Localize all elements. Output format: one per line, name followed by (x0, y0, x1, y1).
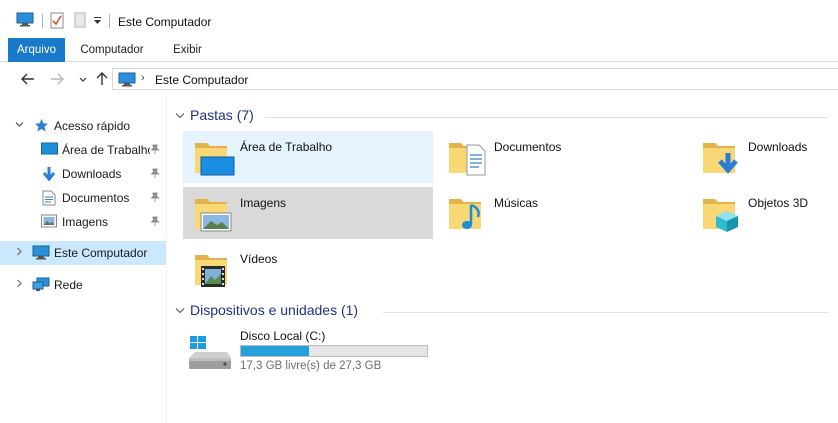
navigation-bar: › Este Computador (0, 62, 838, 96)
chevron-down-icon[interactable] (175, 112, 185, 120)
folder-label: Documentos (494, 140, 562, 154)
devices-group-header[interactable]: Dispositivos e unidades (1) (173, 302, 828, 322)
sidebar-item-desktop[interactable]: Área de Trabalho (0, 138, 166, 162)
pictures-icon (41, 214, 57, 228)
back-arrow-icon[interactable] (19, 70, 37, 88)
breadcrumb-chevron-icon[interactable]: › (141, 72, 145, 84)
sidebar-item-documents[interactable]: Documentos (0, 186, 166, 210)
documents-folder-icon (449, 143, 486, 176)
hard-drive-icon (189, 336, 231, 369)
star-icon (35, 119, 48, 132)
folders-group-header[interactable]: Pastas (7) (173, 107, 828, 127)
customize-toolbar-icon[interactable] (93, 17, 102, 25)
computer-icon (118, 72, 136, 87)
sidebar-item-label: Acesso rápido (54, 119, 131, 133)
drive-usage-fill (241, 346, 310, 356)
documents-icon (42, 190, 56, 206)
sidebar-item-quick-access[interactable]: Acesso rápido (0, 114, 166, 138)
chevron-right-icon[interactable] (15, 279, 24, 288)
download-icon (42, 167, 56, 182)
network-icon (32, 277, 50, 291)
chevron-down-icon[interactable] (15, 120, 24, 129)
new-folder-icon[interactable] (74, 12, 86, 28)
sidebar-item-this-pc[interactable]: Este Computador (0, 241, 166, 265)
sidebar-item-label: Rede (54, 278, 83, 292)
recent-locations-icon[interactable] (78, 70, 88, 88)
sidebar-item-network[interactable]: Rede (0, 273, 166, 297)
sidebar-item-label: Este Computador (54, 246, 148, 260)
drive-usage-bar (240, 345, 428, 357)
group-title: Pastas (7) (190, 107, 254, 123)
folder-label: Downloads (748, 140, 808, 154)
folder-tile-documents[interactable]: Documentos (437, 131, 687, 183)
window-title: Este Computador (118, 15, 212, 29)
tab-computer[interactable]: Computador (70, 38, 154, 62)
videos-folder-icon (195, 255, 227, 287)
computer-icon (32, 245, 50, 260)
folder-label: Área de Trabalho (240, 140, 333, 154)
desktop-icon (41, 142, 58, 155)
desktop-folder-icon (195, 143, 235, 176)
ribbon-tabs: Arquivo Computador Exibir (0, 38, 838, 62)
divider (265, 117, 828, 118)
folder-tile-desktop[interactable]: Área de Trabalho (183, 131, 433, 183)
separator (42, 14, 43, 28)
computer-icon[interactable] (16, 12, 34, 27)
navigation-pane: Acesso rápido Área de Trabalho Downloads… (0, 96, 167, 423)
3d-objects-folder-icon (703, 199, 738, 232)
folder-label: Objetos 3D (748, 196, 809, 210)
chevron-down-icon[interactable] (175, 307, 185, 315)
drive-name: Disco Local (C:) (240, 329, 326, 343)
folder-label: Imagens (240, 196, 287, 210)
folder-label: Vídeos (240, 252, 278, 266)
folder-tile-videos[interactable]: Vídeos (183, 243, 433, 295)
tab-view[interactable]: Exibir (160, 38, 215, 62)
sidebar-item-label: Área de Trabalho (62, 143, 150, 157)
content-pane: Pastas (7) Área de Trabalho Documentos D… (167, 96, 838, 423)
group-title: Dispositivos e unidades (1) (190, 302, 359, 318)
music-folder-icon (449, 199, 481, 229)
folder-tile-pictures[interactable]: Imagens (183, 187, 433, 239)
chevron-right-icon[interactable] (15, 247, 24, 256)
folder-tile-downloads[interactable]: Downloads (691, 131, 837, 183)
pin-icon[interactable] (150, 168, 160, 179)
title-bar: Este Computador (0, 0, 838, 38)
folder-tile-music[interactable]: Músicas (437, 187, 687, 239)
folder-tile-3d-objects[interactable]: Objetos 3D (691, 187, 837, 239)
forward-arrow-icon[interactable] (48, 70, 66, 88)
sidebar-item-label: Imagens (62, 215, 109, 229)
folder-label: Músicas (494, 196, 539, 210)
sidebar-item-label: Downloads (62, 167, 122, 181)
divider (383, 312, 828, 313)
pictures-folder-icon (195, 199, 232, 232)
breadcrumb-location[interactable]: Este Computador (155, 73, 248, 87)
sidebar-item-downloads[interactable]: Downloads (0, 162, 166, 186)
address-bar[interactable]: › Este Computador (112, 68, 838, 90)
downloads-folder-icon (703, 143, 738, 174)
pin-icon[interactable] (150, 216, 160, 227)
sidebar-item-label: Documentos (62, 191, 130, 205)
drive-tile-local-disk[interactable]: Disco Local (C:) 17,3 GB livre(s) de 27,… (183, 326, 443, 376)
up-arrow-icon[interactable] (93, 70, 111, 88)
properties-icon[interactable] (50, 12, 64, 29)
drive-free-space: 17,3 GB livre(s) de 27,3 GB (240, 360, 382, 372)
separator (109, 14, 110, 28)
pin-icon[interactable] (150, 144, 160, 155)
tab-file[interactable]: Arquivo (8, 38, 65, 62)
pin-icon[interactable] (150, 192, 160, 203)
sidebar-item-pictures[interactable]: Imagens (0, 210, 166, 234)
